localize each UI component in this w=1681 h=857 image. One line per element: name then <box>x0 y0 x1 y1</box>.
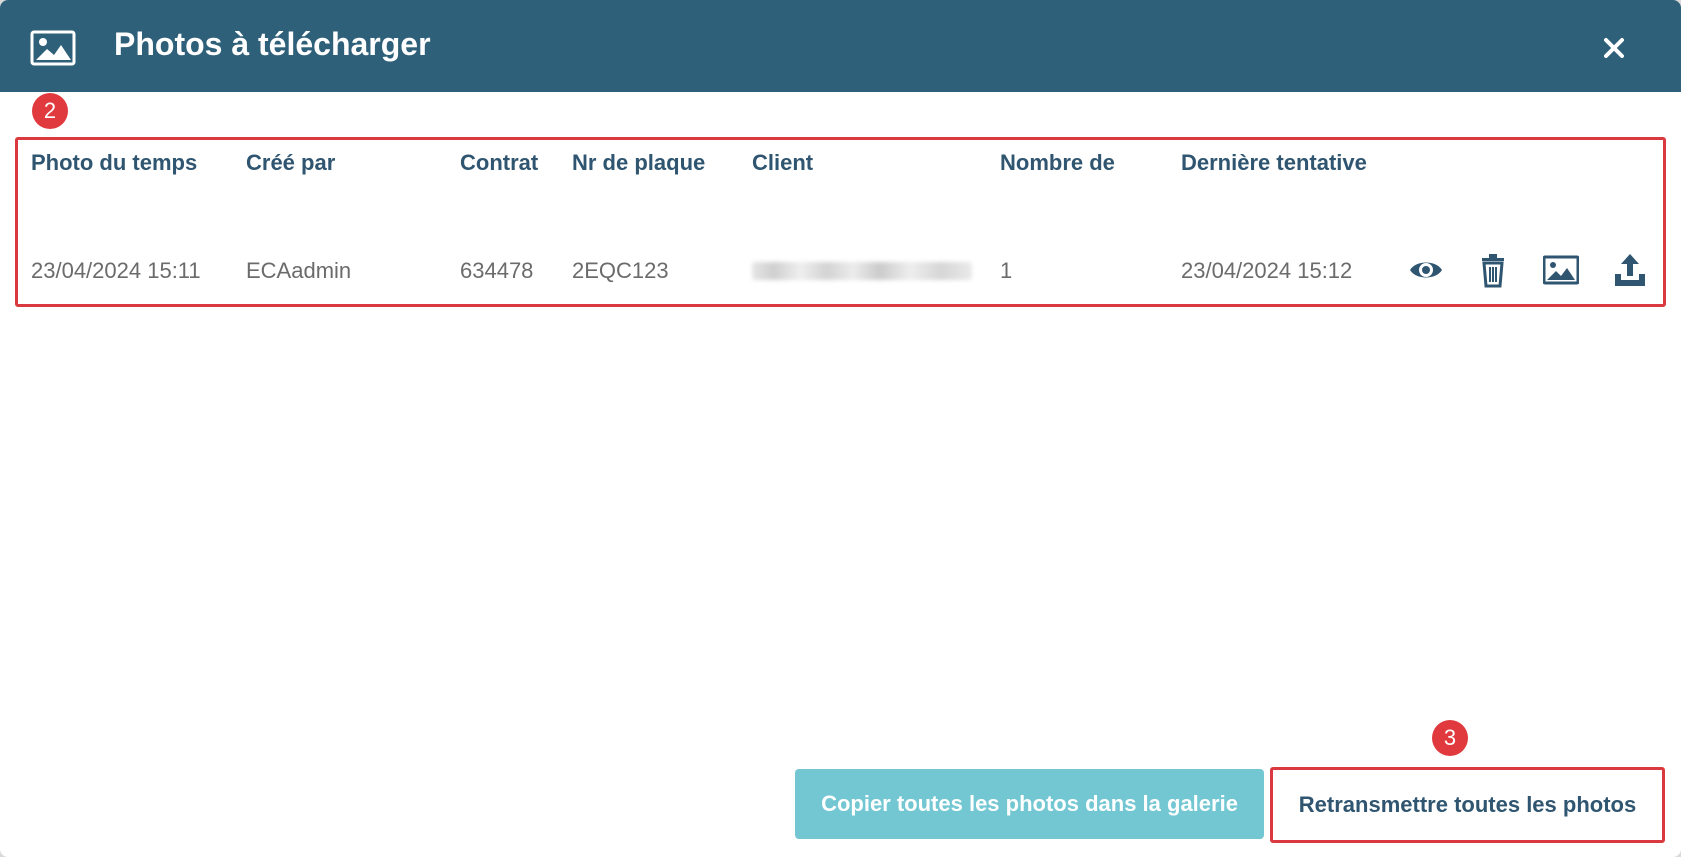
column-header-created-by: Créé par <box>246 150 336 175</box>
upload-photos-dialog: Photos à télécharger 2 Photo du temps Cr… <box>0 0 1681 857</box>
annotation-badge-3: 3 <box>1432 720 1468 756</box>
cell-count: 1 <box>1000 258 1013 283</box>
image-icon <box>30 30 76 66</box>
cell-client-redacted <box>752 262 972 280</box>
cell-last-attempt: 23/04/2024 15:12 <box>1181 258 1353 283</box>
eye-icon[interactable] <box>1408 252 1444 288</box>
annotation-badge-2: 2 <box>32 93 68 129</box>
cell-created-by: ECAadmin <box>246 258 352 283</box>
retransmit-all-button[interactable]: Retransmettre toutes les photos <box>1274 771 1661 839</box>
close-icon[interactable] <box>1600 34 1628 62</box>
cell-photo-time: 23/04/2024 15:11 <box>31 258 201 283</box>
image-icon[interactable] <box>1543 252 1579 288</box>
column-header-plate: Nr de plaque <box>572 150 706 175</box>
column-header-count: Nombre de <box>1000 150 1115 175</box>
column-header-last-attempt: Dernière tentative <box>1181 150 1367 175</box>
column-header-client: Client <box>752 150 814 175</box>
upload-icon[interactable] <box>1612 252 1648 288</box>
copy-to-gallery-button[interactable]: Copier toutes les photos dans la galerie <box>795 769 1264 839</box>
column-header-photo-time: Photo du temps <box>31 150 198 175</box>
dialog-header: Photos à télécharger <box>0 0 1681 92</box>
column-header-contract: Contrat <box>460 150 539 175</box>
dialog-title: Photos à télécharger <box>114 26 431 62</box>
cell-contract: 634478 <box>460 258 534 283</box>
trash-icon[interactable] <box>1475 252 1511 288</box>
cell-plate: 2EQC123 <box>572 258 669 283</box>
